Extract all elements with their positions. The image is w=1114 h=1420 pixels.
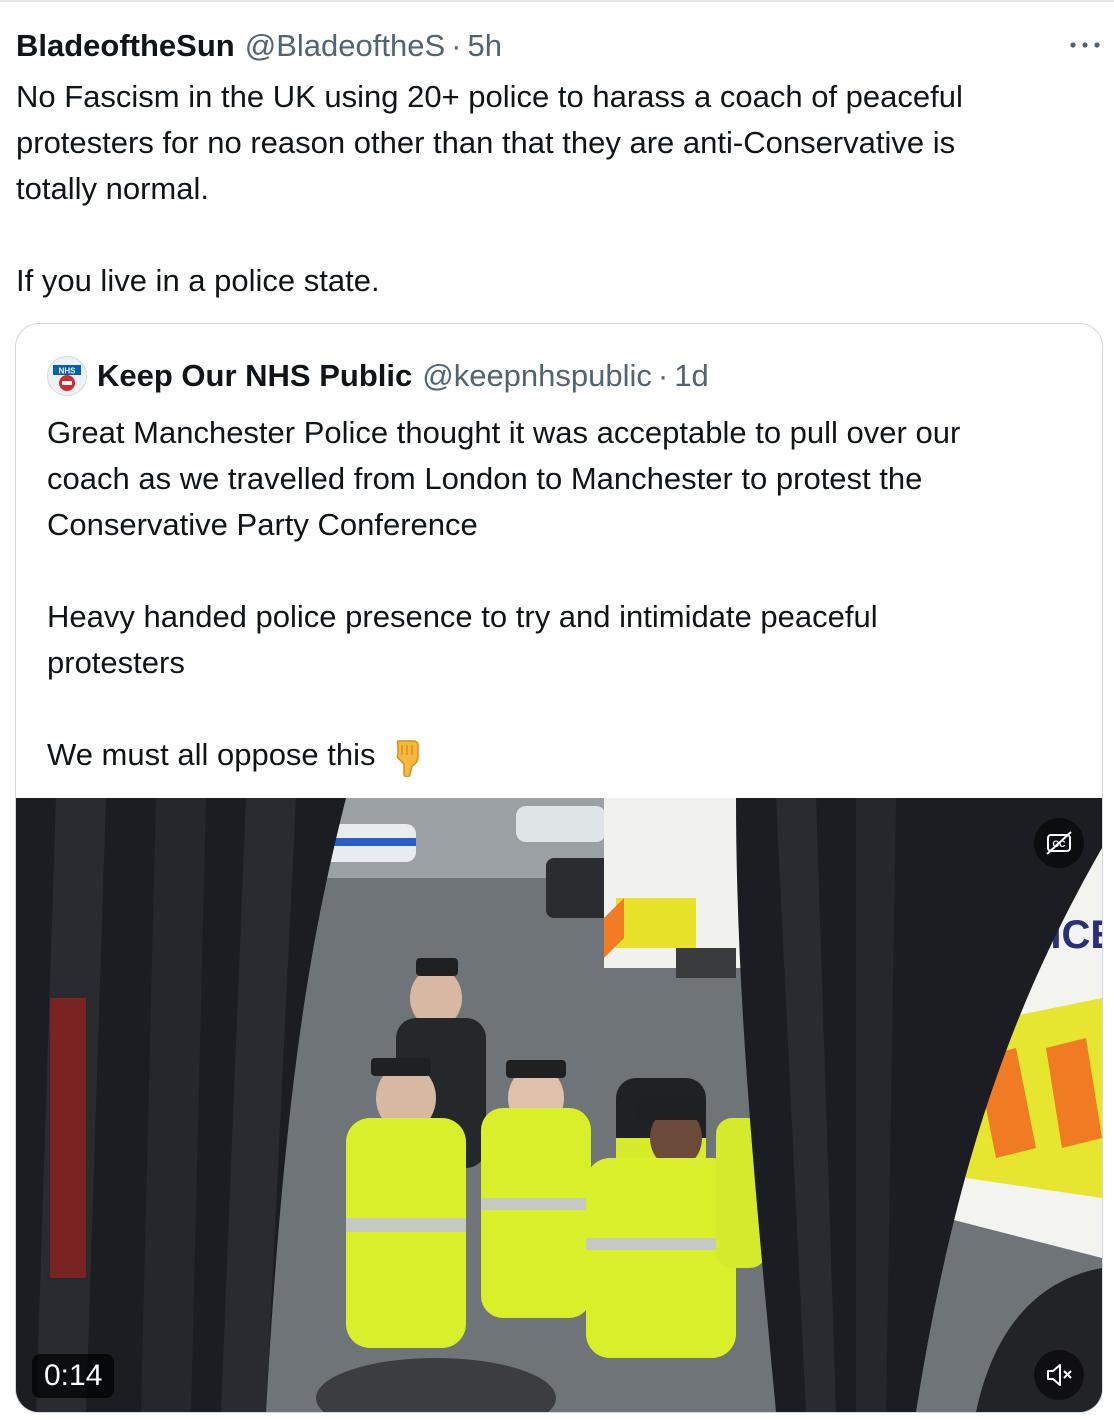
svg-text:NHS: NHS [59,367,77,376]
quoted-timestamp[interactable]: 1d [674,358,708,394]
quoted-text-last: We must all oppose this [47,737,376,772]
tweet-text-line: No Fascism in the UK using 20+ police to… [16,79,963,114]
muted-speaker-icon [1047,1364,1072,1386]
quoted-tweet-header: NHS Keep Our NHS Public @keepnhspublic ·… [47,354,709,398]
video-player[interactable]: LICE [16,798,1102,1412]
backhand-index-pointing-down-icon [396,740,419,777]
quoted-author-handle[interactable]: @keepnhspublic [422,358,652,394]
quoted-author-name[interactable]: Keep Our NHS Public [97,358,412,394]
quoted-text-line: coach as we travelled from London to Man… [47,461,923,496]
closed-captions-off-icon: CC [1046,831,1072,855]
tweet-text-line: protesters for no reason other than that… [16,125,956,160]
quoted-text-line: Heavy handed police presence to try and … [47,599,878,634]
dot-separator: · [657,358,669,393]
quoted-text-line: We must all oppose this [47,732,1087,778]
quoted-text-line: Great Manchester Police thought it was a… [47,415,961,450]
tweet-header: BladeoftheSun @BladeoftheS · 5h [16,28,502,68]
tweet-text-line: If you live in a police state. [16,263,380,298]
top-divider [0,0,1114,2]
quoted-tweet-body: Great Manchester Police thought it was a… [47,410,1087,778]
nhs-logo-avatar[interactable]: NHS [47,356,87,396]
tweet-body: No Fascism in the UK using 20+ police to… [16,74,1096,304]
tweet-timestamp[interactable]: 5h [467,28,501,64]
video-thumbnail: LICE [16,798,1102,1412]
quoted-text-line: Conservative Party Conference [47,507,478,542]
author-name[interactable]: BladeoftheSun [16,28,235,64]
tweet-text-line: totally normal. [16,171,209,206]
quoted-text-line: protesters [47,645,185,680]
closed-captions-button[interactable]: CC [1034,818,1084,868]
author-handle[interactable]: @BladeoftheS [245,28,445,64]
video-duration-badge: 0:14 [32,1354,115,1398]
quoted-tweet-card[interactable]: NHS Keep Our NHS Public @keepnhspublic ·… [15,323,1103,1413]
unmute-button[interactable] [1034,1350,1084,1400]
dot-separator: · [451,28,462,63]
ellipsis-icon[interactable] [1068,38,1102,52]
